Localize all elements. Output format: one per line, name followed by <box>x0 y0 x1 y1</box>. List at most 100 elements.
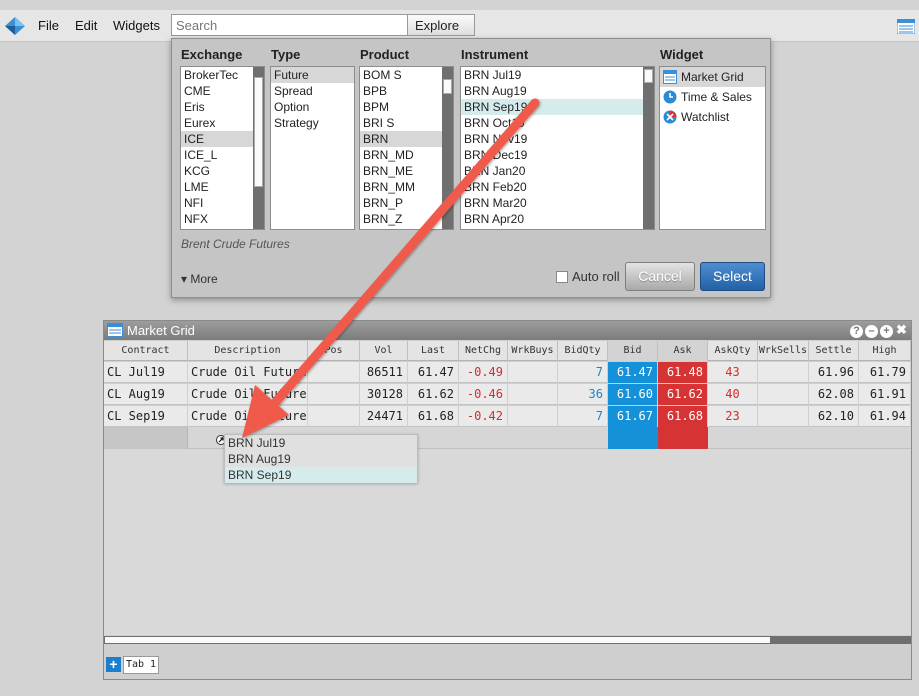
instrument-dropdown[interactable]: BRN Jul19 BRN Aug19 BRN Sep19 <box>224 434 418 483</box>
type-item[interactable]: Option <box>271 99 354 115</box>
widget-item-market-grid[interactable]: Market Grid <box>660 67 765 87</box>
autoroll-checkbox[interactable]: Auto roll <box>556 269 620 284</box>
explore-button[interactable]: Explore ▾ <box>407 14 475 48</box>
market-grid-icon[interactable] <box>897 19 915 34</box>
cell-bidqty: 7 <box>558 406 608 427</box>
cell-bid[interactable]: 61.60 <box>608 384 658 405</box>
minimize-icon[interactable]: – <box>865 325 878 338</box>
product-item[interactable]: BRN_MM <box>360 179 453 195</box>
instrument-scrollbar[interactable] <box>643 67 654 229</box>
table-row[interactable]: CL Sep19 Crude Oil Futures 24471 61.68 -0.42… <box>104 406 911 427</box>
type-item[interactable]: Spread <box>271 83 354 99</box>
column-header-ask[interactable]: Ask <box>658 341 708 361</box>
instrument-item[interactable]: BRN Mar20 <box>461 195 654 211</box>
widget-item-time-sales[interactable]: Time & Sales <box>660 87 765 107</box>
cell-ask[interactable]: 61.48 <box>658 362 708 383</box>
exchange-item[interactable]: BrokerTec <box>181 67 264 83</box>
type-item[interactable]: Future <box>271 67 354 83</box>
product-item[interactable]: BRN <box>360 131 453 147</box>
exchange-item[interactable]: NFI <box>181 195 264 211</box>
checkbox-icon[interactable] <box>556 271 568 283</box>
exchange-item[interactable]: Eris <box>181 99 264 115</box>
type-list[interactable]: Future Spread Option Strategy <box>270 66 355 230</box>
dropdown-item[interactable]: BRN Aug19 <box>225 451 417 467</box>
table-row[interactable]: CL Aug19 Crude Oil Futures 30128 61.62 -0.46… <box>104 384 911 405</box>
cell-ask[interactable]: 61.68 <box>658 406 708 427</box>
product-list[interactable]: BOM S BPB BPM BRI S BRN BRN_MD BRN_ME BRN_MM BRN… <box>359 66 454 230</box>
more-toggle[interactable]: ▾ More <box>181 272 218 286</box>
column-header-netchg[interactable]: NetChg <box>459 341 508 361</box>
table-row[interactable]: CL Jul19 Crude Oil Futures 86511 61.47 -0.49… <box>104 362 911 383</box>
instrument-item[interactable]: BRN Nov19 <box>461 131 654 147</box>
cell-last: 61.47 <box>408 362 459 383</box>
product-item[interactable]: BRI S <box>360 115 453 131</box>
product-item[interactable]: BRN_Z <box>360 211 453 227</box>
exchange-scrollbar[interactable] <box>253 67 264 229</box>
column-header-bidqty[interactable]: BidQty <box>558 341 608 361</box>
maximize-icon[interactable]: + <box>880 325 893 338</box>
column-header-last[interactable]: Last <box>408 341 459 361</box>
column-header-contract[interactable]: Contract <box>104 341 188 361</box>
exchange-list[interactable]: BrokerTec CME Eris Eurex ICE ICE_L KCG LME NFI NF… <box>180 66 265 230</box>
exchange-item[interactable]: LME <box>181 179 264 195</box>
dropdown-item[interactable]: BRN Sep19 <box>225 467 417 483</box>
column-header-pos[interactable]: Pos <box>308 341 360 361</box>
cell-askqty: 23 <box>708 406 758 427</box>
product-item[interactable]: BOM S <box>360 67 453 83</box>
column-header-wrksells[interactable]: WrkSells <box>758 341 809 361</box>
widget-list[interactable]: Market Grid Time & Sales Watchlist <box>659 66 766 230</box>
column-header-description[interactable]: Description <box>188 341 308 361</box>
help-icon[interactable]: ? <box>850 325 863 338</box>
product-scrollbar[interactable] <box>442 67 453 229</box>
add-tab-button[interactable]: + <box>106 657 121 672</box>
horizontal-scrollbar[interactable] <box>104 636 911 644</box>
product-item[interactable]: BPM <box>360 99 453 115</box>
widget-item-watchlist[interactable]: Watchlist <box>660 107 765 127</box>
search-input[interactable]: Search <box>171 14 407 36</box>
menu-widgets[interactable]: Widgets <box>113 18 160 33</box>
select-button[interactable]: Select <box>700 262 765 291</box>
exchange-item[interactable]: KCG <box>181 163 264 179</box>
instrument-item[interactable]: BRN Apr20 <box>461 211 654 227</box>
column-header-askqty[interactable]: AskQty <box>708 341 758 361</box>
exchange-item[interactable]: ICE <box>181 131 264 147</box>
close-icon[interactable]: ✖ <box>895 323 908 336</box>
menu-file[interactable]: File <box>38 18 59 33</box>
instrument-item[interactable]: BRN Jul19 <box>461 67 654 83</box>
instrument-description: Brent Crude Futures <box>181 237 290 251</box>
instrument-list[interactable]: BRN Jul19 BRN Aug19 BRN Sep19 BRN Oct19 BRN … <box>460 66 655 230</box>
cell-wrkbuys <box>508 406 558 427</box>
column-header-settle[interactable]: Settle <box>809 341 859 361</box>
instrument-item[interactable]: BRN Dec19 <box>461 147 654 163</box>
dropdown-item[interactable]: BRN Jul19 <box>225 435 417 451</box>
type-item[interactable]: Strategy <box>271 115 354 131</box>
exchange-item[interactable]: ICE_L <box>181 147 264 163</box>
cancel-button[interactable]: Cancel <box>625 262 695 291</box>
tab-1[interactable]: Tab 1 <box>123 656 159 674</box>
instrument-item[interactable]: BRN Sep19 <box>461 99 654 115</box>
widget-label: Watchlist <box>681 110 730 124</box>
bid-column-fill <box>608 427 658 449</box>
instrument-item[interactable]: BRN Feb20 <box>461 179 654 195</box>
column-header-bid[interactable]: Bid <box>608 341 658 361</box>
instrument-item[interactable]: BRN Oct19 <box>461 115 654 131</box>
instrument-item[interactable]: BRN Jan20 <box>461 163 654 179</box>
product-item[interactable]: BPB <box>360 83 453 99</box>
exchange-item[interactable]: CME <box>181 83 264 99</box>
exchange-item[interactable]: NFX <box>181 211 264 227</box>
market-grid-titlebar[interactable]: Market Grid ? – + ✖ <box>104 321 911 340</box>
column-header-wrkbuys[interactable]: WrkBuys <box>508 341 558 361</box>
menu-edit[interactable]: Edit <box>75 18 97 33</box>
column-header-high[interactable]: High <box>859 341 911 361</box>
widget-header: Widget <box>660 47 704 62</box>
product-item[interactable]: BRN_P <box>360 195 453 211</box>
product-item[interactable]: BRN_ME <box>360 163 453 179</box>
cell-bid[interactable]: 61.47 <box>608 362 658 383</box>
column-header-vol[interactable]: Vol <box>360 341 408 361</box>
product-item[interactable]: BRN_MD <box>360 147 453 163</box>
instrument-item[interactable]: BRN Aug19 <box>461 83 654 99</box>
cell-bid[interactable]: 61.67 <box>608 406 658 427</box>
new-contract-cell[interactable] <box>104 427 188 449</box>
exchange-item[interactable]: Eurex <box>181 115 264 131</box>
cell-ask[interactable]: 61.62 <box>658 384 708 405</box>
